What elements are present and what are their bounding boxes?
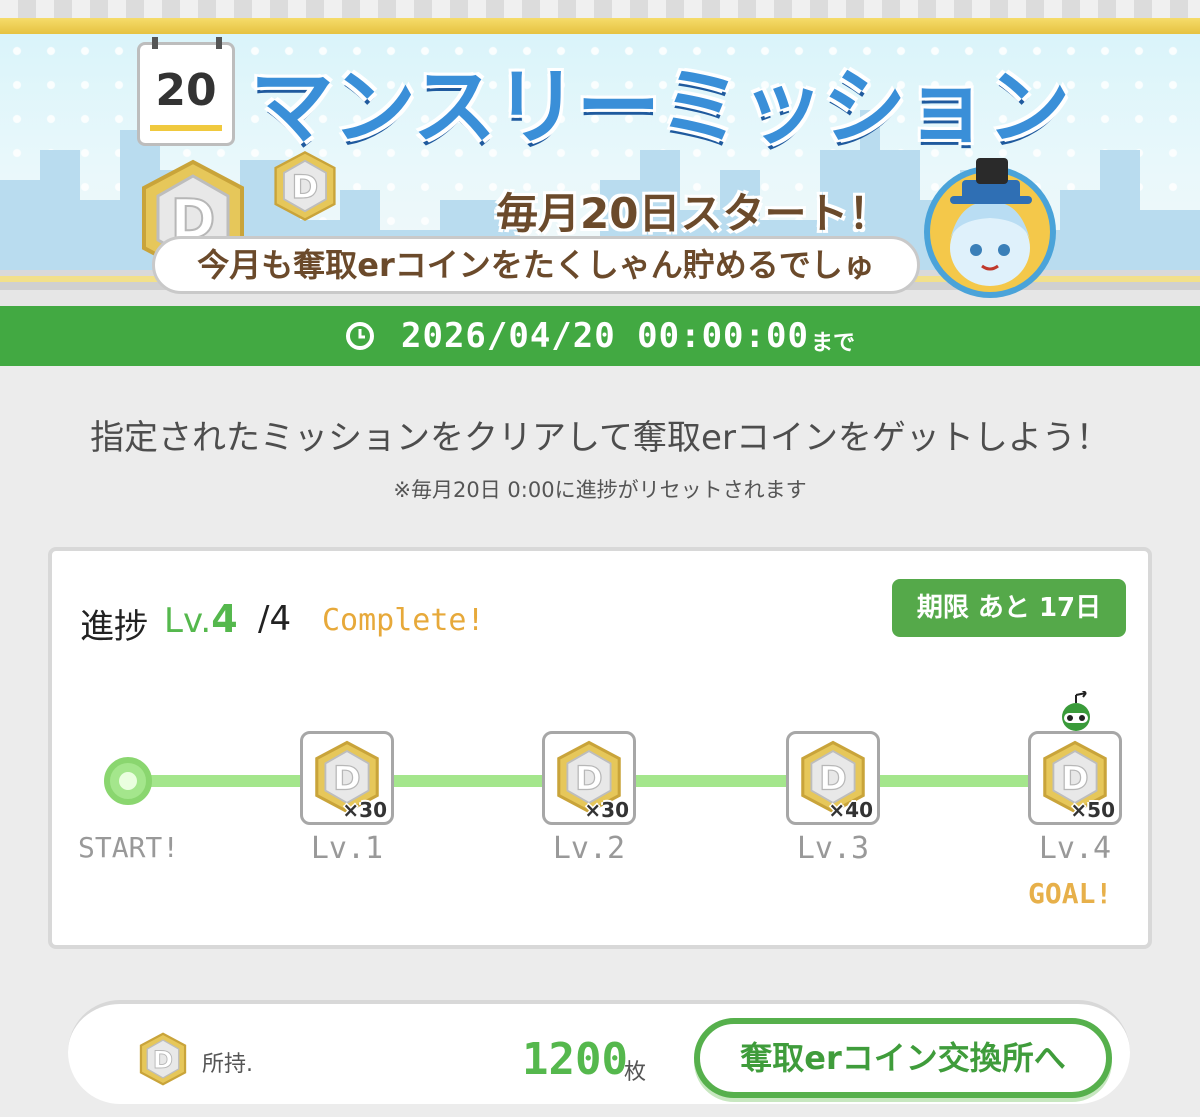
complete-status: Complete! <box>322 603 485 638</box>
reward-multiplier: ×30 <box>584 798 629 822</box>
level-node-label-1: Lv.1 <box>310 831 384 866</box>
coin-exchange-button[interactable]: 奪取erコイン交換所へ <box>694 1018 1112 1098</box>
progress-level: Lv.4 <box>164 597 238 641</box>
coin-unit: 枚 <box>624 1060 647 1085</box>
level-prefix: Lv. <box>164 601 212 641</box>
coin-amount: 1200 <box>522 1034 628 1085</box>
character-marker-icon <box>1062 691 1090 731</box>
coin-icon: D <box>139 1032 187 1086</box>
mission-banner: 20 マンスリーミッション D D 毎月20日スタート！ 今月も奪取erコインを… <box>0 0 1200 306</box>
svg-text:D: D <box>819 758 847 797</box>
level-node-2[interactable]: D ×30 <box>542 731 636 825</box>
level-node-3[interactable]: D ×40 <box>786 731 880 825</box>
level-node-label-2: Lv.2 <box>552 831 626 866</box>
clock-icon <box>346 322 375 350</box>
level-node-4[interactable]: D ×50 <box>1028 731 1122 825</box>
deadline-date: 2026/04/20 00:00:00 <box>401 316 809 356</box>
coin-holding-bar: D 所持. 1200 枚 奪取erコイン交換所へ <box>68 1000 1130 1104</box>
calendar-day: 20 <box>155 65 217 116</box>
svg-text:D: D <box>333 758 361 797</box>
banner-title: マンスリーミッション <box>250 58 1070 156</box>
level-node-label-4: Lv.4 <box>1038 831 1112 866</box>
start-node <box>104 757 152 805</box>
banner-gold-stripe <box>0 18 1200 34</box>
banner-top-strip <box>0 0 1200 18</box>
svg-text:D: D <box>1061 758 1089 797</box>
start-label: START! <box>78 831 180 864</box>
goal-label: GOAL! <box>1028 877 1113 910</box>
svg-text:D: D <box>292 168 319 206</box>
deadline-suffix: まで <box>810 331 855 356</box>
level-current: 4 <box>211 597 238 641</box>
reset-note: ※毎月20日 0:00に進捗がリセットされます <box>393 478 807 502</box>
banner-start-text: 毎月20日スタート！ <box>496 189 891 238</box>
calendar-icon: 20 <box>137 37 235 146</box>
svg-text:D: D <box>575 758 603 797</box>
level-node-1[interactable]: D ×30 <box>300 731 394 825</box>
level-max: /4 <box>258 599 292 639</box>
deadline-badge: 期限 あと 17日 <box>892 579 1126 637</box>
mission-description: 指定されたミッションをクリアして奪取erコインをゲットしよう！ <box>90 418 1110 458</box>
mascot-character-icon <box>924 158 1056 298</box>
small-coin-icon: D <box>274 151 336 221</box>
level-node-label-3: Lv.3 <box>796 831 870 866</box>
holding-label: 所持. <box>202 1052 253 1077</box>
banner-speech-pill: 今月も奪取erコインをたくしゃん貯めるでしゅ <box>152 236 920 294</box>
deadline-timer-bar: 2026/04/20 00:00:00 まで <box>0 306 1200 366</box>
progress-card: 進捗 Lv.4 /4 Complete! 期限 あと 17日 START! D ×… <box>48 547 1152 949</box>
reward-multiplier: ×30 <box>342 798 387 822</box>
progress-label: 進捗 <box>80 607 148 647</box>
svg-text:D: D <box>153 1045 173 1074</box>
reward-multiplier: ×40 <box>828 798 873 822</box>
reward-multiplier: ×50 <box>1070 798 1115 822</box>
